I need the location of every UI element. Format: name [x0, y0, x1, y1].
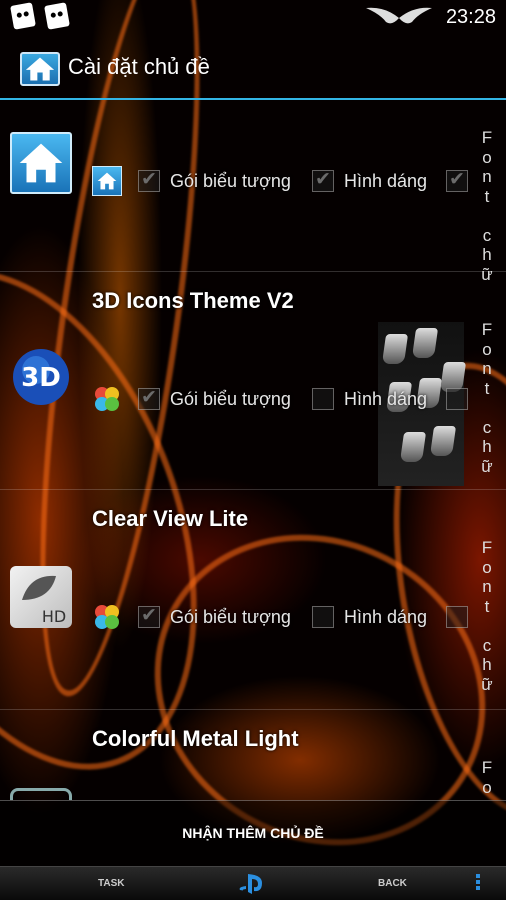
shape-checkbox[interactable]	[312, 606, 334, 628]
playstation-home-icon[interactable]	[236, 872, 270, 896]
svg-text:HD: HD	[42, 607, 66, 626]
shape-checkbox[interactable]	[312, 388, 334, 410]
clover-icon	[92, 602, 122, 632]
action-bar: Cài đặt chủ đề	[0, 40, 506, 98]
navigation-bar: TASK BACK	[0, 866, 506, 900]
icon-pack-checkbox[interactable]	[138, 386, 160, 410]
theme-row-clear-view[interactable]: Clear View Lite HD Gói biểu tượng Hình d…	[0, 490, 506, 710]
status-bar: 23:28	[0, 0, 506, 36]
icon-pack-checkbox[interactable]	[138, 604, 160, 628]
shape-label: Hình dáng	[344, 389, 428, 409]
get-more-label: NHẬN THÊM CHỦ ĐỀ	[182, 825, 324, 841]
menu-icon[interactable]	[475, 874, 481, 894]
font-checkbox[interactable]	[446, 168, 468, 192]
icon-pack-label: Gói biểu tượng	[170, 389, 291, 409]
clover-icon	[92, 384, 122, 414]
home-icon[interactable]	[20, 52, 60, 86]
theme-name: Colorful Metal Light	[92, 726, 299, 751]
3d-globe-icon: 3D	[10, 346, 72, 408]
wings-icon	[366, 7, 432, 24]
font-checkbox[interactable]	[446, 388, 468, 410]
status-time: 23:28	[445, 6, 496, 28]
shape-label: Hình dáng	[344, 607, 428, 627]
theme-row-default[interactable]: Gói biểu tượng Hình dáng Font chữ	[0, 100, 506, 284]
font-label: Font chữ	[481, 538, 493, 694]
icon-pack-label: Gói biểu tượng	[170, 607, 291, 627]
svg-text:3D: 3D	[21, 363, 61, 393]
get-more-themes-button[interactable]: NHẬN THÊM CHỦ ĐỀ	[0, 800, 506, 866]
font-checkbox[interactable]	[446, 606, 468, 628]
back-button[interactable]: BACK	[378, 878, 407, 889]
font-label: Fo	[481, 758, 493, 797]
leaf-hd-icon: HD	[10, 566, 72, 628]
default-home-icon	[10, 132, 72, 194]
page-title: Cài đặt chủ đề	[68, 54, 210, 79]
metal-icon	[10, 788, 72, 800]
theme-row-colorful-metal[interactable]: Colorful Metal Light Fo	[0, 710, 506, 800]
theme-name: 3D Icons Theme V2	[92, 288, 294, 313]
font-label: Font chữ	[481, 128, 493, 284]
notification-icon	[44, 2, 70, 30]
task-button[interactable]: TASK	[98, 878, 124, 889]
theme-row-3d-icons[interactable]: 3D Icons Theme V2 3D Gói biểu tượng Hình…	[0, 272, 506, 490]
notification-icon	[10, 2, 36, 30]
theme-name: Clear View Lite	[92, 506, 249, 531]
shape-label: Hình dáng	[344, 171, 428, 191]
icon-pack-label: Gói biểu tượng	[170, 171, 291, 191]
icon-pack-checkbox[interactable]	[138, 168, 160, 192]
home-app-icon	[92, 166, 122, 196]
font-label: Font chữ	[481, 320, 493, 476]
shape-checkbox[interactable]	[312, 168, 334, 192]
